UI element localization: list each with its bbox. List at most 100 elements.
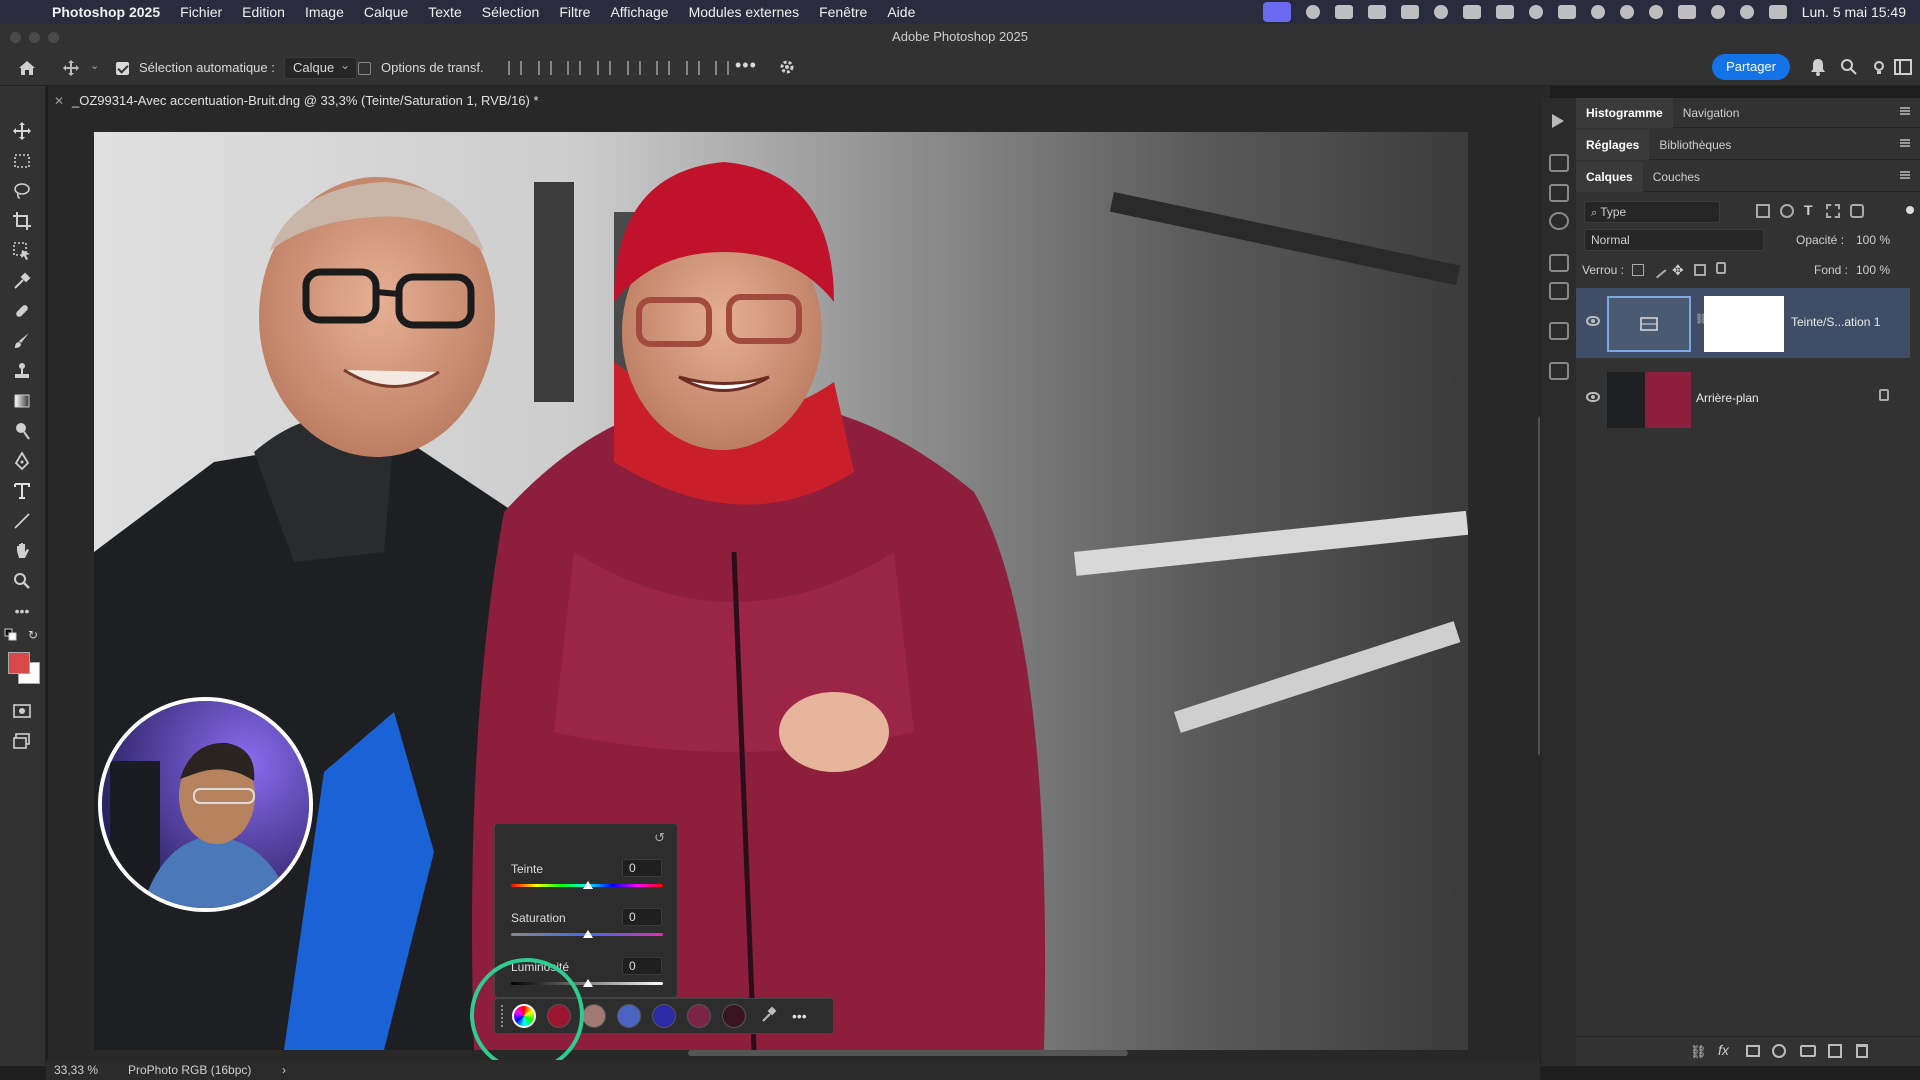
menu-app-name[interactable]: Photoshop 2025	[52, 4, 160, 20]
cursor-app-icon[interactable]	[1305, 5, 1320, 19]
lock-all-icon[interactable]	[1716, 262, 1726, 274]
add-mask-icon[interactable]	[1746, 1045, 1760, 1057]
capture-icon[interactable]	[1367, 5, 1386, 19]
menubar-clock[interactable]: Lun. 5 mai 15:49	[1802, 4, 1906, 20]
paths-icon[interactable]	[1549, 362, 1569, 380]
swap-colors-icon[interactable]: ↻	[26, 628, 40, 642]
link-layers-icon[interactable]: ⛓	[1690, 1044, 1707, 1060]
swatch-crimson[interactable]	[547, 1004, 571, 1028]
spotlight-search-icon[interactable]	[1739, 5, 1754, 19]
share-button[interactable]: Partager	[1712, 54, 1790, 80]
move-tool-icon[interactable]	[11, 120, 33, 142]
menu-texte[interactable]: Texte	[428, 4, 461, 20]
zoom-tool-icon[interactable]	[11, 570, 33, 592]
swatch-plum[interactable]	[687, 1004, 711, 1028]
screen-share-status-icon[interactable]	[1262, 2, 1291, 22]
panel-menu-icon[interactable]	[1900, 171, 1910, 179]
lasso-tool-icon[interactable]	[11, 180, 33, 202]
battery-icon[interactable]	[1677, 5, 1696, 19]
layer-name[interactable]: Teinte/S...ation 1	[1791, 315, 1880, 329]
default-colors-icon[interactable]	[4, 628, 18, 642]
visibility-eye-icon[interactable]	[1586, 392, 1600, 402]
align-left-icon[interactable]	[508, 61, 522, 75]
pen-tool-icon[interactable]	[11, 450, 33, 472]
menu-modules-externes[interactable]: Modules externes	[689, 4, 800, 20]
align-right-icon[interactable]	[567, 61, 582, 75]
tab-histogram[interactable]: Histogramme	[1576, 97, 1673, 128]
reset-icon[interactable]: ↺	[654, 830, 665, 846]
menu-affichage[interactable]: Affichage	[610, 4, 668, 20]
swatch-dark-burgundy[interactable]	[722, 1004, 746, 1028]
eyedropper-tool-icon[interactable]	[11, 270, 33, 292]
visibility-eye-icon[interactable]	[1586, 316, 1600, 326]
swatch-indigo[interactable]	[652, 1004, 676, 1028]
status-expand-icon[interactable]: ›	[282, 1060, 286, 1080]
panel-menu-icon[interactable]	[1900, 139, 1910, 147]
blend-mode-select[interactable]: Normal	[1584, 229, 1764, 251]
menu-fichier[interactable]: Fichier	[180, 4, 222, 20]
menu-calque[interactable]: Calque	[364, 4, 408, 20]
adjustment-layer-thumbnail-icon[interactable]	[1607, 296, 1691, 352]
align-hcenter-icon[interactable]	[537, 61, 552, 75]
distribute-v-icon[interactable]	[715, 61, 730, 75]
clone-stamp-tool-icon[interactable]	[11, 360, 33, 382]
tab-layers[interactable]: Calques	[1576, 161, 1643, 192]
hand-tool-icon[interactable]	[11, 540, 33, 562]
premiere-icon[interactable]	[1462, 5, 1481, 19]
drag-handle[interactable]	[501, 1005, 504, 1027]
document-photo[interactable]	[94, 132, 1468, 1050]
swatch-blue[interactable]	[617, 1004, 641, 1028]
menu-filtre[interactable]: Filtre	[559, 4, 590, 20]
history-icon[interactable]	[1549, 154, 1569, 172]
lightness-slider-thumb[interactable]	[583, 979, 593, 987]
auto-select-target-select[interactable]: Calque	[284, 55, 358, 79]
filter-pixel-icon[interactable]	[1756, 204, 1770, 218]
align-vcenter-icon[interactable]	[656, 61, 671, 75]
screen-mode-icon[interactable]	[11, 730, 33, 752]
play-status-icon[interactable]	[1619, 5, 1634, 19]
tab-channels[interactable]: Couches	[1643, 162, 1710, 192]
lock-transparency-icon[interactable]	[1632, 264, 1644, 276]
dodge-tool-icon[interactable]	[11, 420, 33, 442]
gradient-tool-icon[interactable]	[11, 390, 33, 412]
more-tools-icon[interactable]: •••	[11, 600, 33, 622]
sync-icon[interactable]	[1433, 5, 1448, 19]
actions-play-icon[interactable]	[1552, 114, 1564, 128]
horizontal-scrollbar[interactable]	[688, 1050, 1128, 1056]
type-tool-icon[interactable]	[11, 480, 33, 502]
distribute-h-icon[interactable]	[596, 61, 611, 75]
foreground-color-swatch[interactable]	[8, 652, 30, 674]
control-center-icon[interactable]	[1768, 5, 1787, 19]
camera-icon[interactable]	[1334, 5, 1353, 19]
filter-shape-icon[interactable]	[1826, 204, 1840, 218]
document-tab[interactable]: ✕ _OZ99314-Avec accentuation-Bruit.dng @…	[48, 86, 1550, 116]
notifications-bell-icon[interactable]	[1810, 58, 1826, 79]
layer-filter-kind-select[interactable]: ⌕ Type	[1584, 201, 1720, 223]
menu-image[interactable]: Image	[305, 4, 344, 20]
more-options-icon[interactable]: •••	[735, 55, 757, 76]
new-adjustment-icon[interactable]	[1772, 1044, 1786, 1058]
preset-chevron-icon[interactable]: ⌄	[90, 59, 99, 72]
tab-navigation[interactable]: Navigation	[1673, 98, 1750, 128]
panel-menu-icon[interactable]	[1900, 107, 1910, 115]
crop-tool-icon[interactable]	[11, 210, 33, 232]
new-layer-icon[interactable]	[1828, 1044, 1842, 1058]
saturation-slider-thumb[interactable]	[583, 930, 593, 938]
transform-options-checkbox[interactable]	[358, 62, 371, 78]
search-icon[interactable]	[1840, 58, 1858, 79]
lightness-value-input[interactable]: 0	[622, 957, 662, 975]
layer-mask-thumbnail[interactable]	[1704, 296, 1784, 352]
saturation-value-input[interactable]: 0	[622, 908, 662, 926]
align-bottom-icon[interactable]	[685, 61, 700, 75]
fx-icon[interactable]: fx	[1718, 1042, 1729, 1058]
lock-position-icon[interactable]: ✥	[1672, 262, 1684, 279]
marquee-tool-icon[interactable]	[11, 150, 33, 172]
layer-row[interactable]: Arrière-plan	[1576, 364, 1910, 434]
wifi-icon[interactable]	[1710, 5, 1725, 19]
brush-tool-icon[interactable]	[11, 330, 33, 352]
eyedropper-icon[interactable]	[760, 1005, 778, 1028]
brushes-icon[interactable]	[1549, 282, 1569, 300]
zoom-level[interactable]: 33,33 %	[54, 1060, 98, 1080]
info-icon[interactable]	[1549, 212, 1569, 230]
filter-toggle-icon[interactable]	[1906, 206, 1914, 214]
